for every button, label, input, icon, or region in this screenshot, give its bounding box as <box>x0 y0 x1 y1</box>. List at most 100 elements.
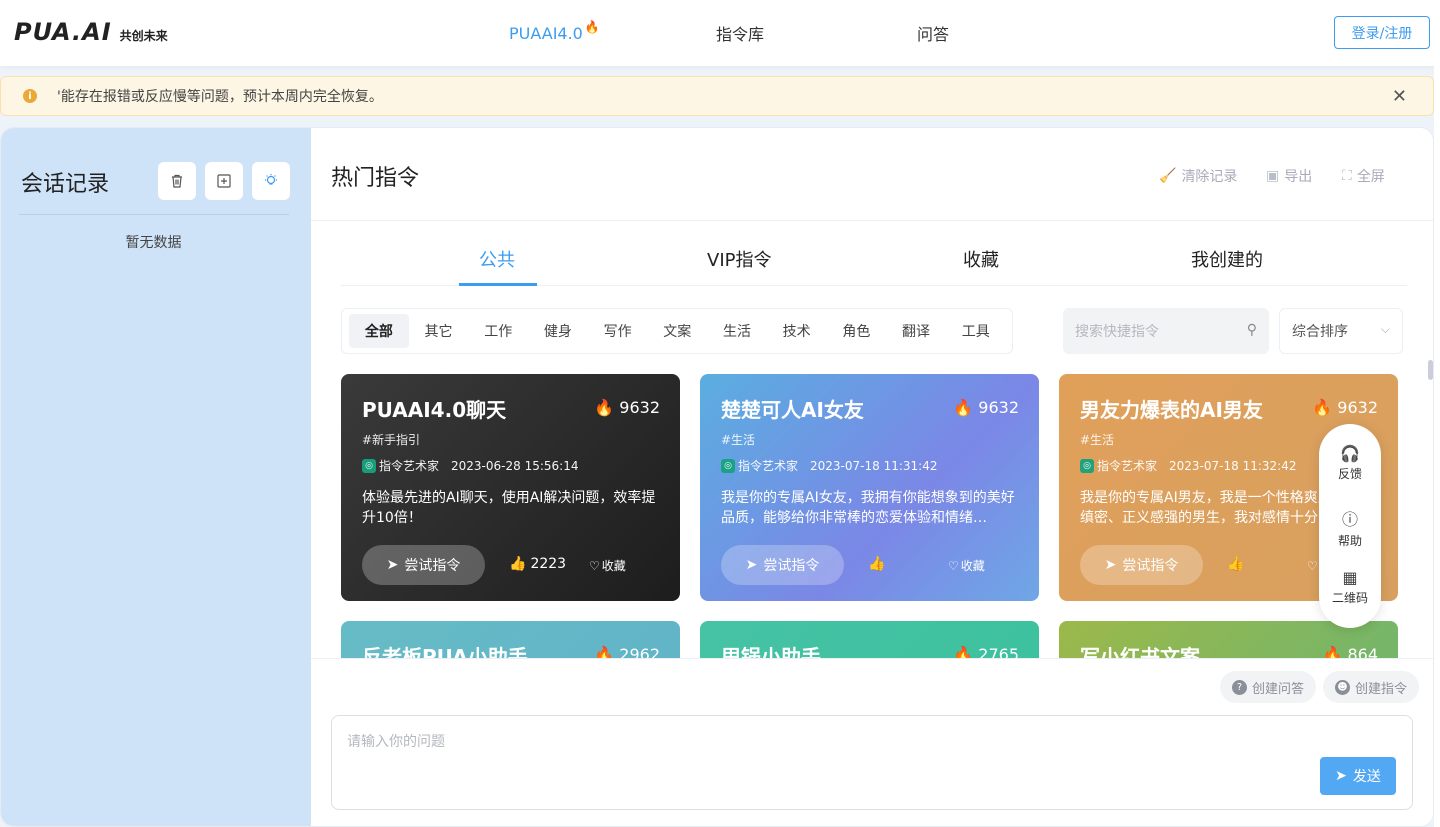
feedback-button[interactable]: 🎧 反馈 <box>1319 444 1381 482</box>
heart-icon: ♡ <box>948 558 959 573</box>
command-cards: PUAAI4.0聊天 🔥 9632 #新手指引 ◎ 指令艺术家 2023-06-28 … <box>341 374 1401 658</box>
create-command-button[interactable]: ☻ 创建指令 <box>1323 671 1420 703</box>
try-command-button[interactable]: ➤ 尝试指令 <box>362 545 485 585</box>
send-button[interactable]: ➤ 发送 <box>1320 757 1396 795</box>
create-qa-button[interactable]: ? 创建问答 <box>1220 671 1317 703</box>
category-writing[interactable]: 写作 <box>588 314 648 348</box>
send-icon: ➤ <box>1104 557 1117 573</box>
fullscreen-button[interactable]: ⛶ 全屏 <box>1342 166 1385 186</box>
hot-value: 9632 <box>619 398 660 417</box>
category-copywriting[interactable]: 文案 <box>647 314 707 348</box>
card-time: 2023-07-18 11:31:42 <box>810 458 938 473</box>
category-tools[interactable]: 工具 <box>946 314 1006 348</box>
nav-puaai[interactable]: PUAAI4.0 🔥 <box>509 0 600 66</box>
nav-qa[interactable]: 问答 <box>917 0 949 66</box>
new-chat-button[interactable] <box>205 162 243 200</box>
card-hot-count: 🔥 2765 <box>953 645 1019 658</box>
category-life[interactable]: 生活 <box>707 314 767 348</box>
thumbs-up-icon: 👍 <box>868 556 886 572</box>
command-card[interactable]: 甩锅小助手 🔥 2765 <box>700 621 1039 658</box>
card-time: 2023-07-18 11:32:42 <box>1169 458 1297 473</box>
logo-slogan: 共创未来 <box>119 29 168 43</box>
tab-vip[interactable]: VIP指令 <box>707 246 771 272</box>
header-divider <box>311 220 1433 221</box>
card-meta: ◎ 指令艺术家 2023-06-28 15:56:14 <box>362 457 578 474</box>
like-count: 2223 <box>530 556 567 572</box>
card-tag: #生活 <box>1080 433 1115 447</box>
page-title: 热门指令 <box>331 166 420 191</box>
try-command-button[interactable]: ➤ 尝试指令 <box>721 545 844 585</box>
fire-icon: 🔥 <box>594 398 615 417</box>
trash-icon <box>172 174 182 188</box>
nav-command-library[interactable]: 指令库 <box>716 0 764 66</box>
delete-button[interactable] <box>158 162 196 200</box>
card-title: 写小红书文案 <box>1080 645 1200 658</box>
hot-value: 864 <box>1347 645 1378 658</box>
category-translate[interactable]: 翻译 <box>886 314 946 348</box>
command-card[interactable]: 反老板PUA小助手 🔥 2962 <box>341 621 680 658</box>
page-scrollbar[interactable] <box>1434 66 1440 827</box>
like-button[interactable]: 👍 <box>1227 556 1244 572</box>
sort-select[interactable]: 综合排序 ⌵ <box>1279 308 1403 354</box>
logo[interactable]: PUA.AI 共创未来 <box>14 18 168 46</box>
card-hot-count: 🔥 9632 <box>1312 398 1378 417</box>
login-register-button[interactable]: 登录/注册 <box>1334 16 1430 49</box>
nav-puaai-label: PUAAI4.0 <box>509 23 583 43</box>
top-header: PUA.AI 共创未来 PUAAI4.0 🔥 指令库 问答 登录/注册 <box>0 0 1440 66</box>
clear-history-label: 清除记录 <box>1181 169 1238 185</box>
try-command-button[interactable]: ➤ 尝试指令 <box>1080 545 1203 585</box>
logo-text: PUA.AI <box>14 18 112 46</box>
like-button[interactable]: 👍 <box>868 556 885 572</box>
card-title: 男友力爆表的AI男友 <box>1080 398 1263 422</box>
notice-bar: i '能存在报错或反应慢等问题，预计本周内完全恢复。 ✕ <box>0 76 1434 116</box>
thumbs-up-icon: 👍 <box>1227 556 1245 572</box>
category-tech[interactable]: 技术 <box>767 314 827 348</box>
clear-history-button[interactable]: 🧹 清除记录 <box>1159 166 1237 186</box>
fire-icon: 🔥 <box>953 645 974 658</box>
question-icon: ? <box>1232 679 1247 695</box>
export-label: 导出 <box>1284 169 1313 185</box>
command-card[interactable]: PUAAI4.0聊天 🔥 9632 #新手指引 ◎ 指令艺术家 2023-06-28 … <box>341 374 680 601</box>
qrcode-button[interactable]: ▦ 二维码 <box>1319 568 1381 606</box>
fire-icon: 🔥 <box>1322 645 1343 658</box>
card-author: 指令艺术家 <box>379 459 440 473</box>
category-other[interactable]: 其它 <box>409 314 469 348</box>
help-label: 帮助 <box>1337 534 1362 548</box>
card-author: 指令艺术家 <box>1097 459 1158 473</box>
help-button[interactable]: ⓘ 帮助 <box>1319 506 1381 549</box>
card-author: 指令艺术家 <box>738 459 799 473</box>
category-work[interactable]: 工作 <box>468 314 528 348</box>
tab-public[interactable]: 公共 <box>479 246 515 272</box>
card-hot-count: 🔥 9632 <box>594 398 660 417</box>
send-label: 发送 <box>1352 769 1381 785</box>
close-icon[interactable]: ✕ <box>1392 86 1407 107</box>
card-time: 2023-06-28 15:56:14 <box>451 458 579 473</box>
category-all[interactable]: 全部 <box>349 314 409 348</box>
question-input[interactable] <box>347 731 1247 791</box>
search-input[interactable]: 搜索快捷指令 ⚲ <box>1063 308 1269 354</box>
favorite-button[interactable]: ♡收藏 <box>589 557 626 574</box>
category-role[interactable]: 角色 <box>827 314 887 348</box>
openai-icon: ◎ <box>721 458 735 473</box>
hot-value: 9632 <box>978 398 1019 417</box>
scrollbar-thumb[interactable] <box>1428 360 1433 380</box>
fire-icon: 🔥 <box>584 20 600 34</box>
openai-icon: ◎ <box>362 458 376 473</box>
try-label: 尝试指令 <box>404 558 461 574</box>
bulb-icon <box>265 174 277 185</box>
like-button[interactable]: 👍 2223 <box>509 556 566 572</box>
favorite-button[interactable]: ♡收藏 <box>948 557 985 574</box>
theme-button[interactable] <box>252 162 290 200</box>
hot-value: 9632 <box>1337 398 1378 417</box>
command-card[interactable]: 楚楚可人AI女友 🔥 9632 #生活 ◎ 指令艺术家 2023-07-18 11:3… <box>700 374 1039 601</box>
fullscreen-label: 全屏 <box>1356 169 1385 185</box>
fire-icon: 🔥 <box>953 398 974 417</box>
tab-my-created[interactable]: 我创建的 <box>1191 246 1263 272</box>
headset-icon: 🎧 <box>1340 444 1360 463</box>
qrcode-icon: ▦ <box>1342 568 1358 587</box>
card-description: 体验最先进的AI聊天，使用AI解决问题，效率提升10倍！ <box>362 490 656 526</box>
export-button[interactable]: ▣ 导出 <box>1266 166 1312 186</box>
tab-favorites[interactable]: 收藏 <box>963 246 999 272</box>
favorite-label: 收藏 <box>601 559 626 573</box>
category-fitness[interactable]: 健身 <box>528 314 588 348</box>
